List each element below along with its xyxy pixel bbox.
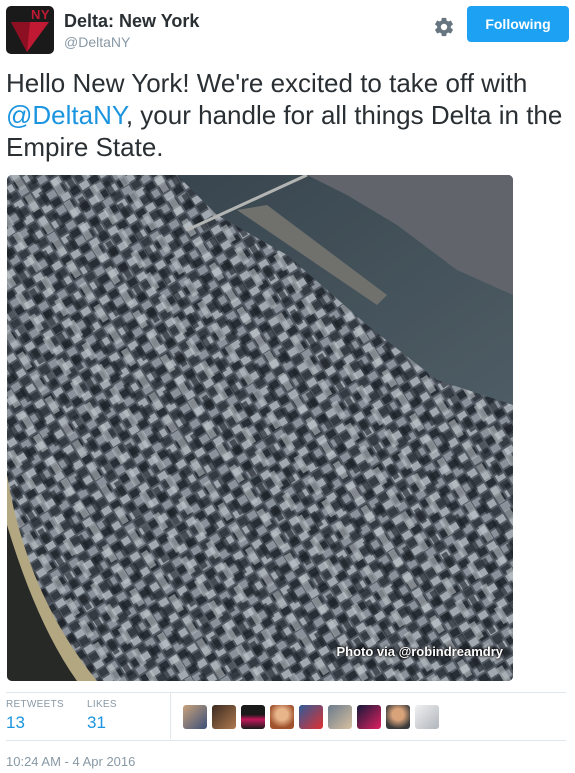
liker-avatar[interactable] xyxy=(328,705,352,729)
likers-avatars xyxy=(183,705,439,729)
stats-separator xyxy=(170,693,171,739)
liker-avatar[interactable] xyxy=(212,705,236,729)
retweets-label: RETWEETS xyxy=(6,699,64,710)
likes-label: LIKES xyxy=(87,699,117,710)
display-name[interactable]: Delta: New York xyxy=(64,11,199,32)
tweet-timestamp[interactable]: 10:24 AM - 4 Apr 2016 xyxy=(6,754,135,769)
following-button[interactable]: Following xyxy=(467,6,569,42)
likes-count: 31 xyxy=(87,713,106,732)
liker-avatar[interactable] xyxy=(299,705,323,729)
liker-avatar[interactable] xyxy=(270,705,294,729)
tweet-photo[interactable]: Photo via @robindreamdry xyxy=(7,175,513,681)
tweet-text: Hello New York! We're excited to take of… xyxy=(6,67,566,163)
mention-link[interactable]: @DeltaNY xyxy=(6,100,126,130)
tweet-header: NY Delta: New York @DeltaNY Following xyxy=(6,6,569,56)
liker-avatar[interactable] xyxy=(415,705,439,729)
liker-avatar[interactable] xyxy=(241,705,265,729)
liker-avatar[interactable] xyxy=(386,705,410,729)
gear-icon[interactable] xyxy=(433,16,455,38)
liker-avatar[interactable] xyxy=(357,705,381,729)
user-handle[interactable]: @DeltaNY xyxy=(64,34,130,50)
photo-credit: Photo via @robindreamdry xyxy=(336,644,503,659)
likes-stat[interactable]: LIKES 31 xyxy=(87,699,117,733)
divider xyxy=(6,740,566,741)
aerial-city-image xyxy=(7,175,513,681)
tweet-stats: RETWEETS 13 LIKES 31 xyxy=(6,693,566,739)
liker-avatar[interactable] xyxy=(183,705,207,729)
avatar[interactable]: NY xyxy=(6,6,54,54)
retweets-count: 13 xyxy=(6,713,25,732)
delta-logo-icon xyxy=(11,22,49,52)
tweet-text-part: Hello New York! We're excited to take of… xyxy=(6,68,528,98)
retweets-stat[interactable]: RETWEETS 13 xyxy=(6,699,64,733)
